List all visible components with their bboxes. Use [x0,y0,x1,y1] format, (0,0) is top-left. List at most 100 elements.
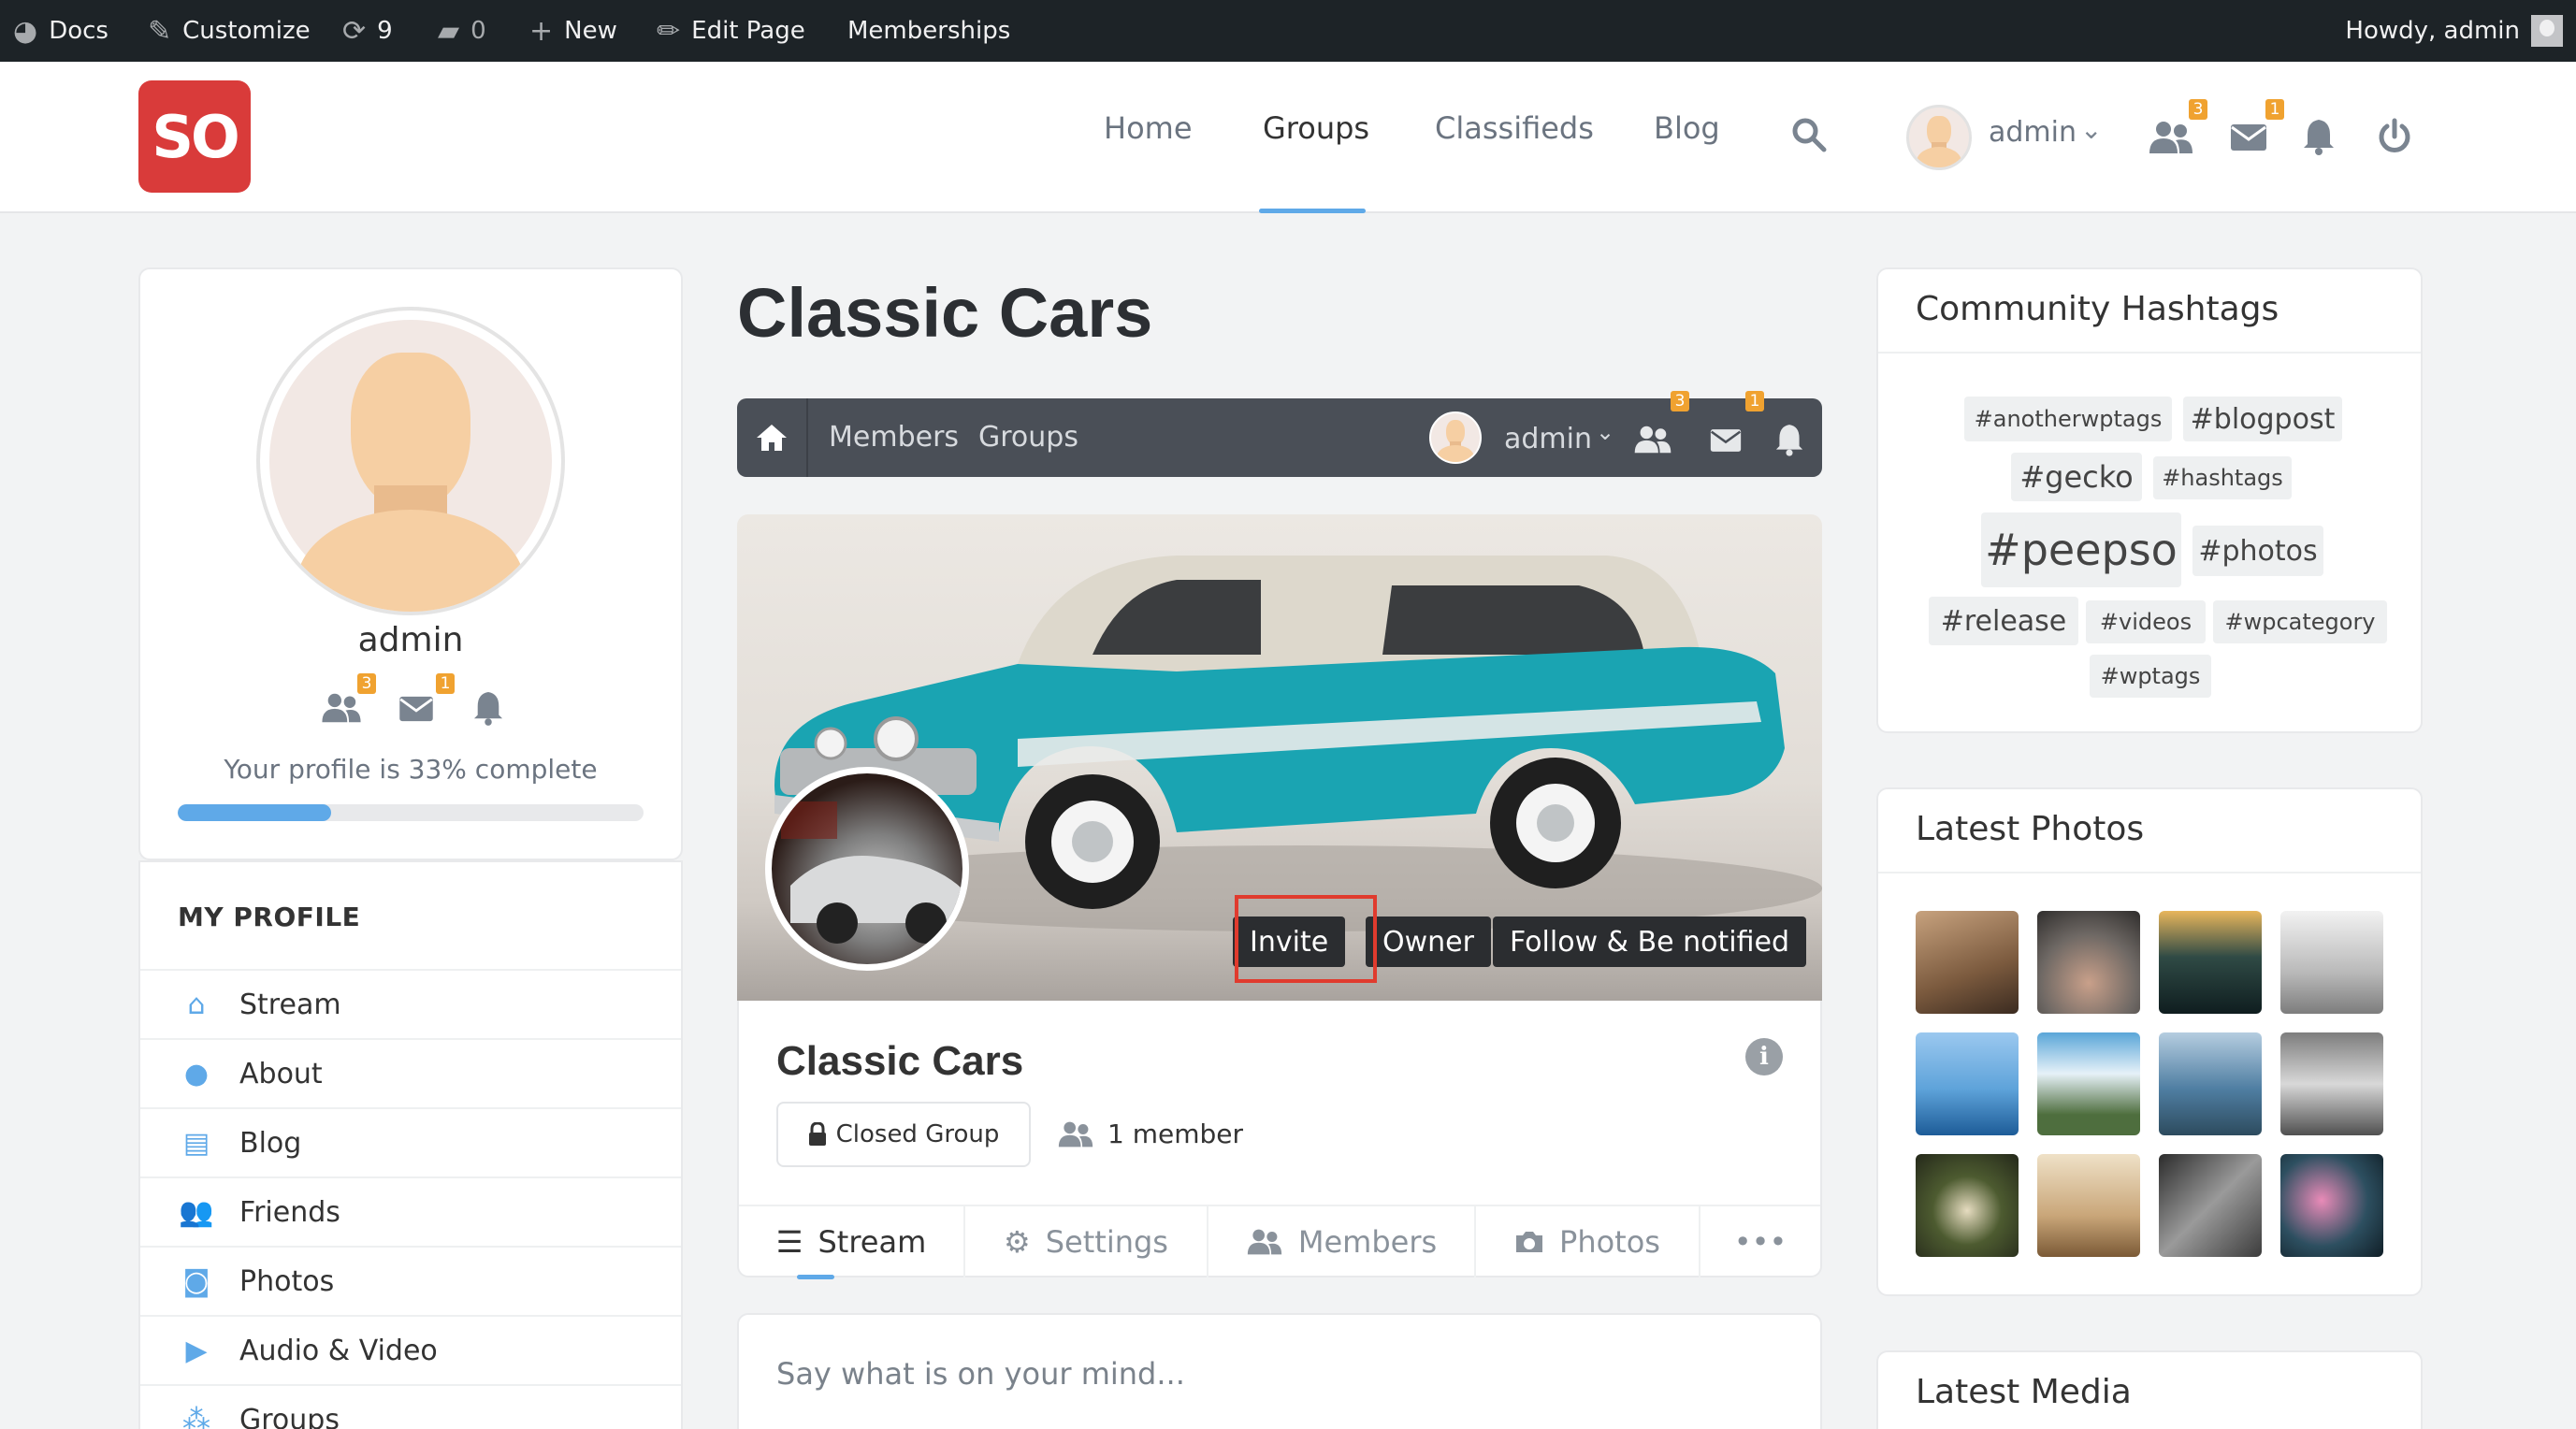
post-input-placeholder[interactable]: Say what is on your mind... [776,1356,1185,1392]
profile-messages-badge: 1 [436,673,455,694]
comments-link[interactable]: ▰ 0 [438,0,486,62]
messages-badge: 1 [2265,99,2284,120]
photo-thumbnail[interactable] [1916,1154,2019,1257]
photo-thumbnail[interactable] [2159,1032,2262,1135]
follow-button[interactable]: Follow & Be notified [1493,917,1807,967]
profile-name[interactable]: admin [140,621,681,659]
list-icon: ☰ [775,1224,803,1260]
hashtag-blogpost[interactable]: #blogpost [2183,397,2342,441]
friends-icon[interactable] [2148,120,2194,155]
latest-media-widget: Latest Media [1876,1350,2423,1429]
photo-thumbnail[interactable] [2037,911,2140,1014]
group-bar-avatar[interactable] [1429,411,1482,464]
group-bar-groups-link[interactable]: Groups [978,421,1078,454]
group-bar-username[interactable]: admin [1504,423,1592,455]
hashtag-release[interactable]: #release [1929,597,2078,645]
group-name: Classic Cars [776,1038,1024,1084]
group-bar-messages-icon[interactable] [1710,428,1742,453]
updates-link[interactable]: ⟳ 9 [342,0,393,62]
edit-page-link[interactable]: ✏ Edit Page [657,0,805,62]
tab-stream[interactable]: ☰ Stream [739,1206,965,1279]
menu-item-audio-video[interactable]: ▶ Audio & Video [140,1315,681,1384]
tab-members[interactable]: Members [1208,1206,1476,1277]
menu-item-groups[interactable]: ⁂ Groups [140,1384,681,1429]
hashtag-photos[interactable]: #photos [2192,526,2323,576]
photo-thumbnail[interactable] [2037,1032,2140,1135]
post-composer[interactable]: Say what is on your mind... [737,1313,1822,1429]
nav-classifieds[interactable]: Classifieds [1435,110,1594,146]
header-user-avatar[interactable] [1906,105,1972,170]
active-nav-indicator [1259,209,1366,213]
menu-item-blog[interactable]: ▤ Blog [140,1107,681,1176]
customize-label: Customize [182,17,311,45]
bell-icon[interactable] [2303,118,2335,155]
hashtag-peepso[interactable]: #peepso [1981,512,2181,587]
group-avatar[interactable] [765,767,969,971]
member-count[interactable]: 1 member [1057,1119,1243,1149]
brush-icon: ✎ [148,14,172,48]
header-username[interactable]: admin [1989,116,2077,149]
nav-blog[interactable]: Blog [1654,110,1720,146]
chevron-down-icon[interactable]: ⌄ [1596,419,1614,445]
docs-label: Docs [49,17,109,45]
hashtag-gecko[interactable]: #gecko [2011,453,2142,501]
hashtag-wpcategory[interactable]: #wpcategory [2213,600,2387,643]
profile-completion-bar [178,804,644,821]
docs-menu[interactable]: ◕ Docs [13,0,109,62]
power-icon[interactable] [2376,118,2413,155]
info-icon[interactable]: i [1745,1038,1783,1075]
menu-item-friends[interactable]: 👥 Friends [140,1176,681,1246]
profile-bell-icon[interactable] [473,690,503,726]
menu-item-label: Photos [239,1264,335,1298]
pencil-icon: ✏ [657,14,681,48]
hashtag-wptags[interactable]: #wptags [2090,655,2211,698]
group-bar-friends-badge: 3 [1671,391,1689,411]
profile-completion-text: Your profile is 33% complete [224,754,598,785]
tab-stream-label: Stream [818,1224,927,1260]
photo-thumbnail[interactable] [2280,911,2383,1014]
hashtag-hashtags[interactable]: #hashtags [2153,456,2292,499]
photo-thumbnail[interactable] [2159,1154,2262,1257]
hashtag-anotherwptags[interactable]: #anotherwptags [1964,397,2172,441]
profile-friends-icon[interactable] [320,692,363,724]
photo-thumbnail[interactable] [2037,1154,2140,1257]
memberships-link[interactable]: Memberships [847,0,1010,62]
nav-groups[interactable]: Groups [1263,110,1369,146]
my-account-menu[interactable]: Howdy, admin [2345,0,2563,62]
hashtag-videos[interactable]: #videos [2086,600,2206,643]
photo-thumbnail[interactable] [2280,1032,2383,1135]
profile-messages-icon[interactable] [398,696,434,722]
profile-card: admin 3 1 Your profile is 33% complete [138,267,683,860]
howdy-label: Howdy, admin [2345,17,2520,45]
group-info-panel: Classic Cars i Closed Group 1 member ☰ S… [737,1001,1822,1279]
group-bar-bell-icon[interactable] [1775,423,1803,456]
search-icon[interactable] [1790,116,1828,153]
group-bar-friends-icon[interactable] [1633,425,1672,455]
nav-home[interactable]: Home [1104,110,1193,146]
menu-item-label: Blog [239,1126,302,1160]
menu-item-label: Audio & Video [239,1334,438,1367]
closed-group-badge[interactable]: Closed Group [776,1102,1031,1167]
menu-item-photos[interactable]: ◙ Photos [140,1246,681,1315]
photo-thumbnail[interactable] [2280,1154,2383,1257]
latest-photos-title: Latest Photos [1916,810,2145,848]
group-home-button[interactable] [737,398,808,477]
photo-thumbnail[interactable] [1916,911,2019,1014]
tab-settings[interactable]: ⚙ Settings [965,1206,1208,1277]
group-bar-members-link[interactable]: Members [829,421,959,454]
menu-item-stream[interactable]: ⌂ Stream [140,969,681,1038]
photo-thumbnail[interactable] [2159,911,2262,1014]
tab-more[interactable]: ••• [1700,1206,1820,1277]
new-content-link[interactable]: + New [529,0,617,62]
menu-item-label: About [239,1057,323,1090]
chevron-down-icon[interactable]: ⌄ [2080,114,2102,145]
site-logo[interactable]: SO [138,80,251,193]
tab-photos[interactable]: Photos [1476,1206,1700,1277]
profile-avatar[interactable] [256,307,565,615]
tab-members-label: Members [1297,1224,1438,1260]
owner-button[interactable]: Owner [1366,917,1491,967]
customize-link[interactable]: ✎ Customize [148,0,311,62]
menu-item-about[interactable]: ● About [140,1038,681,1107]
photo-thumbnail[interactable] [1916,1032,2019,1135]
messages-icon[interactable] [2230,123,2267,152]
